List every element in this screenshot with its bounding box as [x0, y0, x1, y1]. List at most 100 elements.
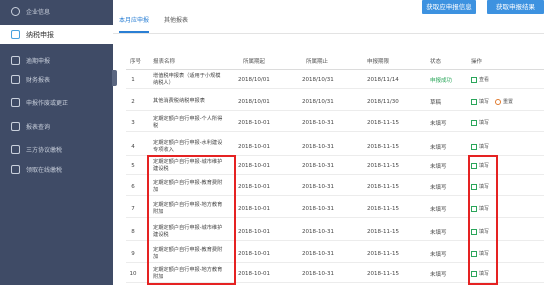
fill-action[interactable]: 填写 — [471, 143, 489, 150]
action-label: 填写 — [479, 120, 490, 126]
reset-action[interactable]: 重置 — [495, 98, 513, 105]
row-actions: 填写 — [471, 113, 495, 132]
tab-other-reports[interactable]: 其他报表 — [164, 13, 188, 33]
declaration-deadline: 2018-11-15 — [367, 270, 399, 277]
status-badge: 未填写 — [430, 271, 447, 278]
row-number: 1 — [131, 76, 135, 83]
sidebar-item-label: 领取在线缴税 — [26, 167, 63, 174]
status-badge: 草稿 — [430, 99, 442, 106]
view-action[interactable]: 查看 — [471, 76, 489, 83]
header-deadline: 申报期限 — [367, 59, 390, 65]
period-start: 2018-10-01 — [238, 162, 270, 169]
row-number: 4 — [131, 143, 135, 150]
row-actions: 查看 — [471, 70, 495, 89]
refresh-icon — [11, 30, 20, 39]
reset-icon — [495, 98, 502, 105]
sidebar: 企业信息 纳税申报 逾期申报 财务报表 申报作废或更正 报表查询 三方协议缴税 — [0, 0, 113, 285]
period-start: 2018/10/01 — [238, 76, 270, 83]
status-badge: 申报成功 — [430, 77, 453, 84]
header-report-name: 报表名称 — [153, 59, 176, 65]
declaration-deadline: 2018-11-15 — [367, 250, 399, 257]
action-label: 填写 — [479, 99, 490, 105]
sidebar-item-label: 纳税申报 — [26, 30, 54, 39]
edit-icon — [471, 98, 477, 105]
period-start: 2018-10-01 — [238, 250, 270, 257]
sidebar-item-label: 报表查询 — [26, 124, 51, 131]
sidebar-item-label: 企业信息 — [26, 9, 51, 16]
period-end: 2018-10-31 — [302, 270, 334, 277]
declaration-deadline: 2018-11-15 — [367, 162, 399, 169]
declaration-deadline: 2018-11-15 — [367, 205, 399, 212]
report-name: 增值税申报表（适用于小规模纳税人） — [153, 72, 221, 86]
row-number: 6 — [131, 183, 135, 190]
sidebar-item-tax-declaration[interactable]: 纳税申报 — [0, 25, 113, 44]
table-row: 1 增值税申报表（适用于小规模纳税人） 2018/10/01 2018/10/31 20… — [126, 70, 544, 89]
get-declaration-info-button[interactable]: 获取应申报信息 — [422, 0, 476, 14]
sidebar-item-label: 财务报表 — [26, 77, 51, 84]
declaration-deadline: 2018-11-15 — [367, 119, 399, 126]
period-end: 2018-10-31 — [302, 228, 334, 235]
row-number: 9 — [131, 250, 135, 257]
report-name: 其他消费税纳税申报表 — [153, 98, 205, 104]
period-end: 2018/10/31 — [302, 98, 334, 105]
period-start: 2018-10-01 — [238, 228, 270, 235]
edit-icon — [471, 143, 477, 150]
sidebar-item-online-payment[interactable]: 领取在线缴税 — [0, 160, 113, 179]
sidebar-item-report-query[interactable]: 报表查询 — [0, 117, 113, 136]
period-start: 2018-10-01 — [238, 119, 270, 126]
report-name: 定期定额户自行申报-水利建设专项收入 — [153, 139, 223, 153]
period-end: 2018-10-31 — [302, 119, 334, 126]
table-row: 4 定期定额户自行申报-水利建设专项收入 2018-10-01 2018-10-31 2… — [126, 137, 544, 156]
agreement-icon — [11, 145, 20, 154]
sidebar-item-void-or-correct[interactable]: 申报作废或更正 — [0, 93, 113, 112]
sidebar-item-financial-reports[interactable]: 财务报表 — [0, 70, 113, 89]
sidebar-item-label: 申报作废或更正 — [26, 100, 69, 107]
sidebar-item-overdue-declaration[interactable]: 逾期申报 — [0, 51, 113, 70]
header-status: 状态 — [430, 59, 442, 65]
fill-action[interactable]: 填写 — [471, 119, 489, 126]
row-number: 2 — [131, 98, 135, 105]
sidebar-collapse-handle[interactable] — [112, 70, 117, 86]
row-actions: 填写 — [471, 137, 495, 156]
user-circle-icon — [11, 7, 20, 16]
row-number: 10 — [129, 270, 137, 277]
sidebar-item-company-info[interactable]: 企业信息 — [0, 2, 113, 21]
action-label: 填写 — [479, 144, 490, 150]
header-period-start: 所属期起 — [243, 59, 266, 65]
table-header: 序号 报表名称 所属期起 所属期止 申报期限 状态 操作 — [126, 55, 544, 69]
period-end: 2018-10-31 — [302, 162, 334, 169]
report-name: 定期定额户自行申报-个人所得税 — [153, 115, 223, 129]
status-badge: 未填写 — [430, 184, 447, 191]
document-icon — [11, 98, 20, 107]
period-start: 2018-10-01 — [238, 143, 270, 150]
get-declaration-result-button[interactable]: 获取申报结果 — [487, 0, 544, 14]
declaration-deadline: 2018-11-15 — [367, 228, 399, 235]
tab-current-month[interactable]: 本月应申报 — [119, 13, 150, 33]
declaration-deadline: 2018/11/14 — [367, 76, 399, 83]
view-icon — [471, 76, 477, 83]
action-label: 重置 — [503, 99, 514, 105]
declaration-deadline: 2018/11/30 — [367, 98, 399, 105]
sidebar-item-label: 三方协议缴税 — [26, 147, 63, 154]
row-number: 8 — [131, 228, 135, 235]
highlight-box-report-names — [147, 155, 236, 285]
period-start: 2018/10/01 — [238, 98, 270, 105]
status-badge: 未填写 — [430, 120, 447, 127]
row-number: 7 — [131, 205, 135, 212]
action-label: 查看 — [479, 77, 490, 83]
period-end: 2018-10-31 — [302, 250, 334, 257]
fill-action[interactable]: 填写 — [471, 98, 489, 105]
header-no: 序号 — [130, 59, 142, 65]
header-period-end: 所属期止 — [306, 59, 329, 65]
status-badge: 未填写 — [430, 163, 447, 170]
wallet-icon — [11, 165, 20, 174]
period-start: 2018-10-01 — [238, 205, 270, 212]
sidebar-item-tripartite-payment[interactable]: 三方协议缴税 — [0, 140, 113, 159]
tab-divider — [113, 33, 544, 34]
status-badge: 未填写 — [430, 206, 447, 213]
report-icon — [11, 75, 20, 84]
status-badge: 未填写 — [430, 144, 447, 151]
edit-icon — [471, 119, 477, 126]
highlight-box-fill-actions — [468, 155, 498, 285]
period-start: 2018-10-01 — [238, 270, 270, 277]
